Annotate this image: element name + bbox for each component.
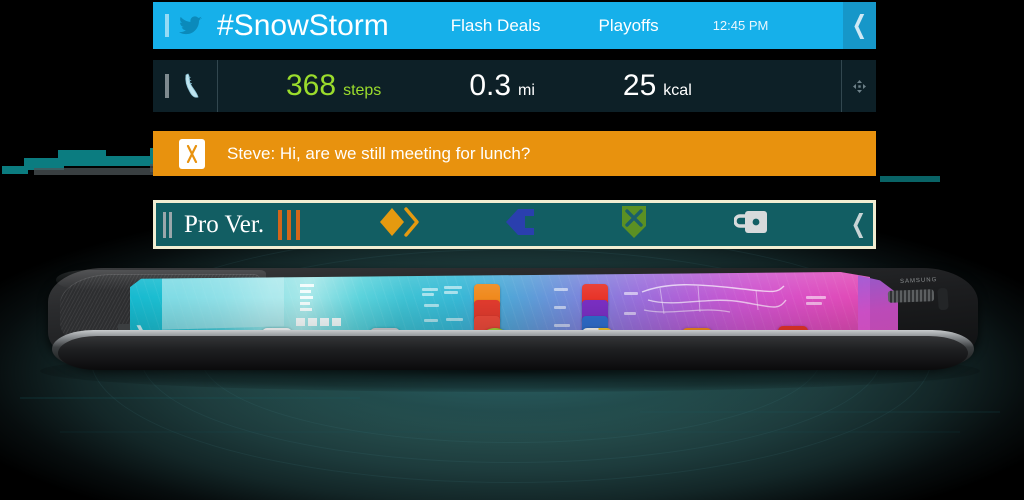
metric-distance: 0.3 mi xyxy=(469,69,535,103)
message-text: Steve: Hi, are we still meeting for lunc… xyxy=(227,143,531,163)
orange-diamond-chevron-icon[interactable] xyxy=(379,207,419,242)
green-shield-x-icon[interactable] xyxy=(620,205,648,244)
running-shoe-icon xyxy=(169,72,217,100)
metric-steps-unit: steps xyxy=(343,82,382,99)
top-speaker-grill xyxy=(937,287,949,311)
galaxy-note-edge-device: ✦ ❯ SAMSUNG xyxy=(30,258,990,392)
metric-steps: 368 steps xyxy=(286,69,381,103)
blue-back-arrow-icon[interactable] xyxy=(505,207,535,242)
earpiece-speaker xyxy=(887,289,935,303)
panel-title: #SnowStorm xyxy=(217,8,389,42)
panel-title: Pro Ver. xyxy=(184,210,265,238)
twitter-edge-panel[interactable]: #SnowStorm Flash Deals Playoffs 12:45 PM… xyxy=(153,2,876,49)
hourglass-app-icon[interactable] xyxy=(179,138,205,169)
metric-calories-unit: kcal xyxy=(663,82,692,99)
message-notification-panel[interactable]: Steve: Hi, are we still meeting for lunc… xyxy=(153,131,876,176)
pro-ver-edge-panel[interactable]: Pro Ver. ❮ xyxy=(153,200,876,249)
panel-drag-handle[interactable] xyxy=(163,211,172,238)
trend-link-playoffs[interactable]: Playoffs xyxy=(599,16,659,36)
panel-divider xyxy=(217,60,218,112)
screenshot-root: ✦ ❯ SAMSUNG #SnowStorm Flash Deals Playo… xyxy=(0,0,1024,500)
chevron-left-icon: ❮ xyxy=(850,210,866,238)
bg-streak xyxy=(20,397,360,399)
chevron-left-icon: ❮ xyxy=(851,11,868,39)
phone-front-edge xyxy=(58,336,968,370)
white-mug-icon[interactable] xyxy=(733,208,770,241)
s-health-edge-panel[interactable]: 368 steps 0.3 mi 25 kcal xyxy=(153,60,876,112)
metric-calories: 25 kcal xyxy=(623,69,692,103)
bg-streak xyxy=(60,431,960,433)
metric-distance-value: 0.3 xyxy=(469,69,512,102)
accent-bars xyxy=(278,209,301,240)
metric-steps-value: 368 xyxy=(286,69,337,102)
metric-calories-value: 25 xyxy=(622,69,657,102)
twitter-bird-icon xyxy=(169,15,213,36)
bg-streak xyxy=(640,411,1000,413)
move-handle-icon[interactable] xyxy=(842,79,876,93)
trend-link-flash-deals[interactable]: Flash Deals xyxy=(451,16,541,36)
metric-distance-unit: mi xyxy=(518,82,535,99)
panel-collapse-button[interactable]: ❮ xyxy=(843,212,873,237)
clock-label: 12:45 PM xyxy=(712,18,769,33)
panel-collapse-button[interactable]: ❮ xyxy=(843,2,876,49)
